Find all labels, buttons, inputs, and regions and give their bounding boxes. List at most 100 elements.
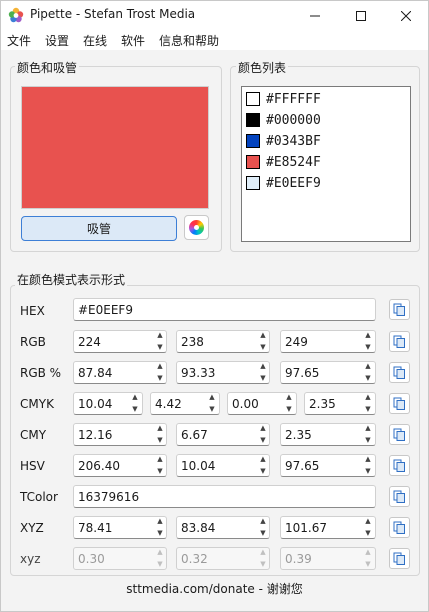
color-list-item[interactable]: #E0EEF9 <box>246 173 321 193</box>
copy-hex-button[interactable] <box>389 299 410 320</box>
spin-down-icon[interactable]: ▼ <box>256 373 270 384</box>
current-color-swatch <box>21 86 209 209</box>
xyz-y-stepper[interactable]: ▲ ▼ <box>256 516 270 539</box>
maximize-icon <box>356 10 366 21</box>
hex-label: HEX <box>20 304 45 318</box>
maximize-button[interactable] <box>338 1 384 30</box>
spin-down-icon[interactable]: ▼ <box>361 435 375 446</box>
hex-field[interactable]: #E0EEF9 <box>73 298 376 321</box>
spin-up-icon[interactable]: ▲ <box>153 454 167 465</box>
spin-down-icon[interactable]: ▼ <box>282 404 296 415</box>
menu-online[interactable]: 在线 <box>83 32 107 49</box>
pipette-app-icon <box>8 7 24 23</box>
rgb-g-stepper[interactable]: ▲ ▼ <box>256 330 270 353</box>
cmy-c-stepper[interactable]: ▲ ▼ <box>153 423 167 446</box>
xyz-x-stepper[interactable]: ▲ ▼ <box>153 516 167 539</box>
color-list-item[interactable]: #E8524F <box>246 152 321 172</box>
spin-down-icon[interactable]: ▼ <box>153 528 167 539</box>
spin-up-icon[interactable]: ▲ <box>361 392 375 403</box>
donate-link[interactable]: sttmedia.com/donate - 谢谢您 <box>1 580 428 597</box>
menu-settings[interactable]: 设置 <box>45 32 69 49</box>
spin-down-icon[interactable]: ▼ <box>205 404 219 415</box>
menu-info-help[interactable]: 信息和帮助 <box>159 32 219 49</box>
spin-down-icon[interactable]: ▼ <box>361 466 375 477</box>
rgb-percent-b-stepper[interactable]: ▲ ▼ <box>361 361 375 384</box>
cmy-y-stepper[interactable]: ▲ ▼ <box>361 423 375 446</box>
spin-down-icon[interactable]: ▼ <box>128 404 142 415</box>
xyz-normalized-y-stepper: ▲ ▼ <box>256 547 270 570</box>
copy-cmyk-button[interactable] <box>389 393 410 414</box>
spin-up-icon[interactable]: ▲ <box>361 423 375 434</box>
hsv-v-stepper[interactable]: ▲ ▼ <box>361 454 375 477</box>
xyz-z-stepper[interactable]: ▲ ▼ <box>361 516 375 539</box>
copy-rgb-button[interactable] <box>389 331 410 352</box>
spin-up-icon[interactable]: ▲ <box>256 423 270 434</box>
spin-down-icon[interactable]: ▼ <box>153 435 167 446</box>
spin-down-icon: ▼ <box>260 560 266 568</box>
rgb-label: RGB <box>20 335 46 349</box>
spin-down-icon[interactable]: ▼ <box>256 342 270 353</box>
spin-down-icon[interactable]: ▼ <box>361 528 375 539</box>
spin-up-icon[interactable]: ▲ <box>153 516 167 527</box>
tcolor-field[interactable]: 16379616 <box>73 485 376 508</box>
spin-up-icon[interactable]: ▲ <box>361 454 375 465</box>
xyz-label: XYZ <box>20 521 44 535</box>
spin-up-icon[interactable]: ▲ <box>128 392 142 403</box>
spin-up-icon[interactable]: ▲ <box>361 516 375 527</box>
copy-xyz-normalized-button[interactable] <box>389 548 410 569</box>
pipette-button[interactable]: 吸管 <box>21 216 177 241</box>
minimize-button[interactable] <box>292 1 338 30</box>
spin-up-icon[interactable]: ▲ <box>361 361 375 372</box>
copy-cmy-button[interactable] <box>389 424 410 445</box>
menu-software[interactable]: 软件 <box>121 32 145 49</box>
spin-up-icon[interactable]: ▲ <box>256 516 270 527</box>
color-list-item[interactable]: #0343BF <box>246 131 321 151</box>
spin-up-icon[interactable]: ▲ <box>256 330 270 341</box>
color-list-hex: #0343BF <box>266 133 321 149</box>
cmyk-k-stepper[interactable]: ▲ ▼ <box>361 392 375 415</box>
color-list[interactable]: #FFFFFF #000000 #0343BF #E8524F #E0EEF9 <box>241 86 411 242</box>
spin-down-icon[interactable]: ▼ <box>361 404 375 415</box>
color-list-item[interactable]: #000000 <box>246 110 321 130</box>
spin-down-icon[interactable]: ▼ <box>256 528 270 539</box>
color-wheel-button[interactable] <box>184 215 209 240</box>
cmyk-y-stepper[interactable]: ▲ ▼ <box>282 392 296 415</box>
spin-down-icon[interactable]: ▼ <box>256 435 270 446</box>
color-list-swatch <box>246 155 260 169</box>
color-list-item[interactable]: #FFFFFF <box>246 89 321 109</box>
copy-hsv-button[interactable] <box>389 455 410 476</box>
close-button[interactable] <box>384 1 428 30</box>
spin-down-icon[interactable]: ▼ <box>256 466 270 477</box>
minimize-icon <box>310 15 320 16</box>
spin-down-icon[interactable]: ▼ <box>361 342 375 353</box>
spin-down-icon[interactable]: ▼ <box>153 342 167 353</box>
copy-icon <box>393 303 405 316</box>
rgb-b-stepper[interactable]: ▲ ▼ <box>361 330 375 353</box>
spin-up-icon[interactable]: ▲ <box>361 330 375 341</box>
spin-up-icon: ▲ <box>260 548 266 556</box>
spin-up-icon[interactable]: ▲ <box>153 423 167 434</box>
copy-rgb-percent-button[interactable] <box>389 362 410 383</box>
spin-up-icon[interactable]: ▲ <box>153 330 167 341</box>
cmyk-c-stepper[interactable]: ▲ ▼ <box>128 392 142 415</box>
copy-tcolor-button[interactable] <box>389 486 410 507</box>
cmy-m-stepper[interactable]: ▲ ▼ <box>256 423 270 446</box>
spin-up-icon[interactable]: ▲ <box>153 361 167 372</box>
title-bar: Pipette - Stefan Trost Media <box>1 1 428 30</box>
cmyk-m-stepper[interactable]: ▲ ▼ <box>205 392 219 415</box>
spin-up-icon[interactable]: ▲ <box>282 392 296 403</box>
hsv-s-stepper[interactable]: ▲ ▼ <box>256 454 270 477</box>
spin-up-icon[interactable]: ▲ <box>205 392 219 403</box>
spin-up-icon[interactable]: ▲ <box>256 361 270 372</box>
rgb-percent-g-stepper[interactable]: ▲ ▼ <box>256 361 270 384</box>
rgb-percent-r-stepper[interactable]: ▲ ▼ <box>153 361 167 384</box>
spin-down-icon[interactable]: ▼ <box>153 373 167 384</box>
spin-down-icon[interactable]: ▼ <box>153 466 167 477</box>
hsv-h-stepper[interactable]: ▲ ▼ <box>153 454 167 477</box>
copy-xyz-button[interactable] <box>389 517 410 538</box>
spin-up-icon[interactable]: ▲ <box>256 454 270 465</box>
spin-down-icon[interactable]: ▼ <box>361 373 375 384</box>
color-list-hex: #000000 <box>266 112 321 128</box>
menu-file[interactable]: 文件 <box>7 32 31 49</box>
rgb-r-stepper[interactable]: ▲ ▼ <box>153 330 167 353</box>
